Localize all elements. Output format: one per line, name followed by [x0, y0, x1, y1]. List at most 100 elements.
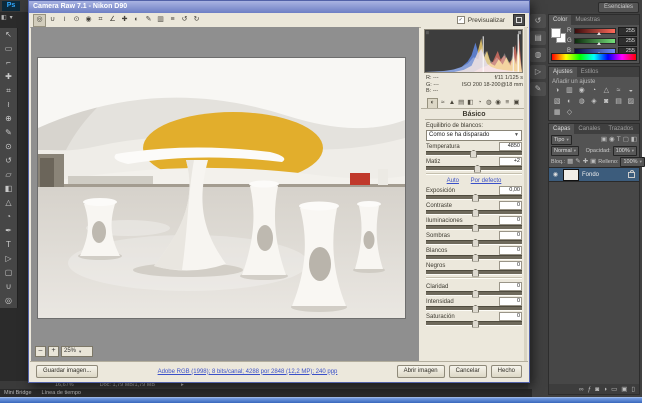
slider-track[interactable]	[426, 321, 522, 326]
bottom-tab-linea-de-tiempo[interactable]: Línea de tiempo	[42, 389, 81, 397]
zoom-out-button[interactable]: –	[35, 346, 46, 357]
info-panel-icon[interactable]: ◍	[530, 48, 546, 62]
quick-selection-tool[interactable]: ✚	[0, 70, 17, 84]
settings-scrollbar[interactable]	[524, 27, 527, 361]
slider-thumb[interactable]	[472, 320, 479, 328]
gradient-tool[interactable]: ◧	[0, 182, 17, 196]
delete-layer-icon[interactable]: ▯	[631, 385, 635, 394]
slider-thumb[interactable]	[472, 239, 479, 247]
hand-tool-icon[interactable]: ∪	[47, 14, 58, 25]
opacity-value[interactable]: 100%▾	[613, 146, 637, 156]
rotate-left-icon[interactable]: ↺	[179, 14, 190, 25]
vibrance-icon[interactable]: △	[600, 86, 612, 96]
tab-snapshots[interactable]: ▣	[512, 98, 521, 107]
tab-estilos[interactable]: Estilos	[577, 67, 603, 77]
foreground-color-swatch[interactable]	[551, 28, 561, 38]
black-white-icon[interactable]: ▧	[551, 97, 563, 107]
layer-thumbnail[interactable]	[563, 169, 579, 181]
marquee-tool[interactable]: ▭	[0, 42, 17, 56]
slider-thumb[interactable]	[472, 224, 479, 232]
slider-track[interactable]	[426, 306, 522, 311]
color-lookup-icon[interactable]: ◈	[588, 97, 600, 107]
slider-track[interactable]	[426, 210, 522, 215]
slider-thumb[interactable]	[470, 150, 477, 158]
done-button[interactable]: Hecho	[491, 365, 522, 378]
layer-mask-icon[interactable]: ◙	[595, 385, 599, 394]
layer-row-background[interactable]: ◉ Fondo	[549, 167, 639, 182]
cancel-button[interactable]: Cancelar	[449, 365, 487, 378]
filter-type-icon[interactable]: T	[617, 135, 621, 144]
preview-checkbox[interactable]: ✓	[457, 16, 465, 24]
channel-value[interactable]: 255	[618, 37, 637, 46]
slider-track[interactable]	[426, 195, 522, 200]
straighten-tool-icon[interactable]: ∠	[107, 14, 118, 25]
gradient-map-icon[interactable]: ▦	[551, 108, 563, 118]
lock-position-icon[interactable]: ✚	[583, 157, 588, 166]
filter-adjustment-icon[interactable]: ◉	[609, 135, 615, 144]
slider-thumb[interactable]	[472, 269, 479, 277]
color-spectrum-ramp[interactable]	[551, 53, 637, 61]
windows-taskbar[interactable]	[0, 397, 642, 403]
properties-panel-icon[interactable]: ▤	[530, 31, 546, 45]
color-slider-thumb[interactable]	[597, 42, 601, 45]
red-eye-icon[interactable]: ◐	[131, 14, 142, 25]
adjustment-brush-icon[interactable]: ✎	[143, 14, 154, 25]
hand-tool[interactable]: ∪	[0, 280, 17, 294]
blend-mode-select[interactable]: Normal▾	[551, 146, 579, 156]
color-slider-track[interactable]	[574, 38, 616, 44]
fill-value[interactable]: 100%▾	[620, 157, 644, 167]
link-layers-icon[interactable]: ∞	[579, 385, 584, 394]
crop-tool[interactable]: ⌗	[0, 84, 17, 98]
targeted-adjustment-icon[interactable]: ◉	[83, 14, 94, 25]
slider-track[interactable]	[426, 151, 522, 156]
slider-track[interactable]	[426, 225, 522, 230]
history-brush-tool[interactable]: ↺	[0, 154, 17, 168]
channel-mixer-icon[interactable]: ◍	[576, 97, 588, 107]
tab-split-toning[interactable]: ◧	[466, 98, 475, 107]
zoom-level-select[interactable]: 25%▾	[61, 346, 93, 357]
eraser-tool[interactable]: ▱	[0, 168, 17, 182]
brightness-contrast-icon[interactable]: ◑	[551, 86, 563, 96]
hue-saturation-icon[interactable]: ≈	[612, 86, 624, 96]
tab-effects[interactable]: ◍	[484, 98, 493, 107]
spot-removal-icon[interactable]: ✚	[119, 14, 130, 25]
healing-brush-tool[interactable]: ⊕	[0, 112, 17, 126]
lock-image-icon[interactable]: ✎	[575, 157, 580, 166]
posterize-icon[interactable]: ▤	[612, 97, 624, 107]
fullscreen-toggle-icon[interactable]	[513, 14, 525, 26]
auto-link[interactable]: Auto	[447, 178, 459, 184]
slider-thumb[interactable]	[472, 305, 479, 313]
type-tool[interactable]: T	[0, 238, 17, 252]
new-adjustment-icon[interactable]: ◑	[603, 385, 607, 394]
open-image-button[interactable]: Abrir imagen	[397, 365, 445, 378]
threshold-icon[interactable]: ▨	[625, 97, 637, 107]
crop-tool-icon[interactable]: ⌗	[95, 14, 106, 25]
brush-tool[interactable]: ✎	[0, 126, 17, 140]
brush-panel-icon[interactable]: ✎	[530, 82, 546, 96]
filter-smart-icon[interactable]: ◧	[631, 135, 637, 144]
pen-tool[interactable]: ✒	[0, 224, 17, 238]
new-layer-icon[interactable]: ▣	[621, 385, 627, 394]
color-balance-icon[interactable]: ◒	[625, 86, 637, 96]
levels-icon[interactable]: ▥	[563, 86, 575, 96]
dialog-title-bar[interactable]: Camera Raw 7.1 - Nikon D90	[29, 1, 529, 13]
eyedropper-tool[interactable]: ≀	[0, 98, 17, 112]
zoom-tool[interactable]: ◎	[0, 294, 17, 308]
slider-track[interactable]	[426, 270, 522, 275]
tab-canales[interactable]: Canales	[574, 124, 604, 134]
move-tool[interactable]: ↖	[0, 28, 17, 42]
slider-thumb[interactable]	[472, 194, 479, 202]
museum-photo[interactable]	[38, 58, 405, 318]
color-slider-thumb[interactable]	[597, 32, 601, 35]
slider-thumb[interactable]	[472, 209, 479, 217]
preferences-icon[interactable]: ≡	[167, 14, 178, 25]
white-balance-tool-icon[interactable]: ≀	[59, 14, 70, 25]
layer-filter-select[interactable]: Tipo▾	[551, 135, 572, 145]
blur-tool[interactable]: △	[0, 196, 17, 210]
tab-presets[interactable]: ≡	[503, 98, 512, 107]
exposure-icon[interactable]: ◔	[588, 86, 600, 96]
filter-shape-icon[interactable]: ▢	[623, 135, 629, 144]
photo-filter-icon[interactable]: ◐	[563, 97, 575, 107]
layer-style-icon[interactable]: ƒ	[588, 385, 592, 394]
panel-toggle-icon[interactable]: ◧	[1, 14, 7, 21]
